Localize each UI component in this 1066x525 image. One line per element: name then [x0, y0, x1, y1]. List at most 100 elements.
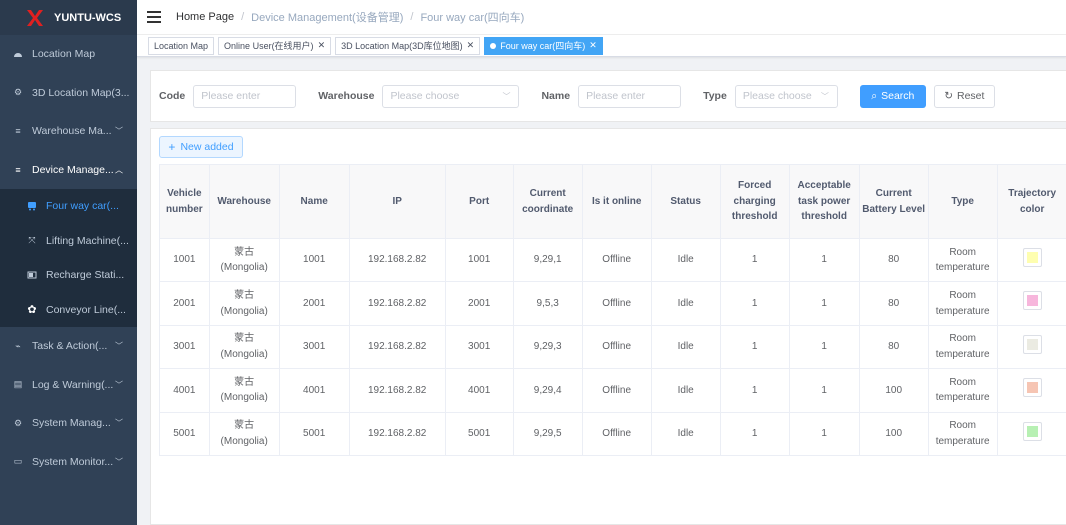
breadcrumb: Home Page / Device Management(设备管理) / Fo…	[176, 9, 524, 25]
type-select[interactable]: Please choose ﹀	[734, 84, 838, 108]
name-field: Name Please enter	[541, 84, 682, 108]
column-header: Is it online	[581, 164, 652, 239]
sidebar-item-lifting-machine[interactable]: ⤧ Lifting Machine(...	[0, 224, 137, 259]
cog-icon: ✿	[27, 304, 37, 317]
color-swatch[interactable]	[1022, 334, 1042, 354]
status-cell: Idle	[650, 281, 721, 326]
color-swatch[interactable]	[1022, 378, 1042, 398]
forced-threshold-cell: 1	[719, 368, 790, 413]
status-cell: Idle	[650, 324, 721, 370]
column-header: IP	[348, 164, 446, 239]
list-icon: ≡	[15, 164, 21, 175]
lift-icon: ⤧	[28, 235, 36, 246]
type-cell: Room temperature	[927, 368, 998, 413]
breadcrumb-current: Four way car(四向车)	[420, 12, 525, 24]
close-icon[interactable]: ✕	[467, 40, 475, 51]
yuntu-logo-icon	[27, 9, 43, 26]
dashboard-icon	[13, 49, 23, 59]
search-form: Code Please enter Warehouse Please choos…	[150, 70, 1066, 122]
status-cell: Idle	[650, 237, 721, 283]
sidebar-item-task-action[interactable]: ⌁ Task & Action(... ﹀	[0, 327, 137, 366]
main-area: Home Page / Device Management(设备管理) / Fo…	[137, 0, 1066, 525]
acceptable-threshold-cell: 1	[788, 411, 860, 456]
tab-location-map[interactable]: Location Map	[148, 36, 215, 55]
status-cell: Idle	[650, 411, 721, 456]
sidebar-item-device-management[interactable]: ≡ Device Manage... ︿	[0, 151, 137, 190]
sidebar-item-label: 3D Location Map(3...	[32, 86, 130, 99]
port-cell: 3001	[444, 324, 514, 370]
sidebar-item-four-way-car[interactable]: Four way car(...	[0, 189, 137, 224]
sidebar-item-label: Four way car(...	[46, 200, 119, 213]
code-label: Code	[159, 90, 186, 102]
chevron-down-icon: ﹀	[115, 341, 123, 351]
tab-label: Location Map	[154, 40, 209, 51]
chevron-down-icon: ﹀	[502, 91, 511, 101]
breadcrumb-home[interactable]: Home Page	[176, 11, 234, 23]
sidebar-item-warehouse-management[interactable]: ≡ Warehouse Ma... ﹀	[0, 112, 137, 151]
warehouse-cell: 蒙古 (Mongolia)	[208, 237, 280, 283]
column-header: Status	[650, 164, 721, 239]
sidebar-item-label: Log & Warning(...	[32, 378, 114, 391]
sidebar-item-3d-location-map[interactable]: ⚙ 3D Location Map(3...	[0, 74, 137, 113]
add-button-label: New added	[180, 141, 234, 153]
search-button-label: Search	[881, 90, 915, 102]
column-header: Current coordinate	[512, 164, 583, 239]
trajectory-color-cell	[996, 281, 1066, 326]
vehicle-table: Vehicle number Warehouse Name IP Port Cu…	[159, 164, 1066, 456]
table-row[interactable]: 5001 蒙古 (Mongolia) 5001 192.168.2.82 500…	[159, 411, 1066, 456]
tab-online-user[interactable]: Online User(在线用户) ✕	[218, 36, 332, 55]
trajectory-color-cell	[996, 411, 1066, 456]
table-panel: + New added Vehicle number Warehouse Nam…	[150, 128, 1066, 525]
search-button[interactable]: ⌕ Search	[859, 84, 926, 108]
close-icon[interactable]: ✕	[589, 40, 597, 51]
search-icon: ⌕	[871, 89, 878, 102]
column-header: Port	[444, 164, 514, 239]
sidebar-item-conveyor-line[interactable]: ✿ Conveyor Line(...	[0, 293, 137, 328]
add-button[interactable]: + New added	[159, 136, 243, 158]
acceptable-threshold-cell: 1	[788, 368, 860, 413]
name-label: Name	[541, 90, 571, 102]
sidebar-item-label: Location Map	[32, 48, 96, 61]
name-input[interactable]: Please enter	[578, 84, 682, 108]
table-row[interactable]: 2001 蒙古 (Mongolia) 2001 192.168.2.82 200…	[159, 281, 1066, 326]
chevron-down-icon: ﹀	[115, 126, 123, 136]
tab-four-way-car[interactable]: Four way car(四向车) ✕	[484, 36, 603, 55]
code-placeholder: Please enter	[201, 90, 261, 102]
table-row[interactable]: 4001 蒙古 (Mongolia) 4001 192.168.2.82 400…	[159, 368, 1066, 413]
battery-cell: 80	[858, 237, 929, 283]
column-header: Warehouse	[208, 164, 280, 239]
code-field: Code Please enter	[159, 84, 297, 108]
chevron-up-icon: ︿	[115, 165, 123, 175]
battery-cell: 100	[858, 368, 929, 413]
warehouse-cell: 蒙古 (Mongolia)	[208, 324, 280, 370]
logo[interactable]: YUNTU-WCS	[0, 0, 137, 35]
reset-button[interactable]: ↻ Reset	[933, 84, 995, 108]
battery-cell: 100	[858, 411, 929, 456]
tab-3d-location-map[interactable]: 3D Location Map(3D库位地图) ✕	[335, 36, 481, 55]
color-swatch[interactable]	[1022, 421, 1042, 441]
color-swatch[interactable]	[1022, 247, 1042, 267]
type-cell: Room temperature	[927, 237, 998, 283]
sidebar-item-location-map[interactable]: Location Map	[0, 35, 137, 74]
table-row[interactable]: 1001 蒙古 (Mongolia) 1001 192.168.2.82 100…	[159, 237, 1066, 283]
battery-cell: 80	[858, 281, 929, 326]
sidebar-item-log-warning[interactable]: ▤ Log & Warning(... ﹀	[0, 366, 137, 405]
sidebar-submenu-device: Four way car(... ⤧ Lifting Machine(... R…	[0, 189, 137, 327]
online-cell: Offline	[581, 368, 652, 413]
hamburger-icon[interactable]	[147, 11, 161, 23]
warehouse-select[interactable]: Please choose ﹀	[382, 84, 520, 108]
sidebar-item-system-management[interactable]: ⚙ System Manag... ﹀	[0, 404, 137, 443]
table-header-row: Vehicle number Warehouse Name IP Port Cu…	[159, 164, 1066, 239]
app-title: YUNTU-WCS	[54, 11, 122, 24]
sidebar-item-system-monitor[interactable]: ▭ System Monitor... ﹀	[0, 443, 137, 482]
sidebar-item-recharge-station[interactable]: Recharge Stati...	[0, 258, 137, 293]
close-icon[interactable]: ✕	[318, 40, 326, 51]
online-cell: Offline	[581, 237, 652, 283]
code-input[interactable]: Please enter	[193, 84, 297, 108]
plus-icon: +	[168, 140, 176, 154]
table-row[interactable]: 3001 蒙古 (Mongolia) 3001 192.168.2.82 300…	[159, 324, 1066, 370]
list-icon: ≡	[15, 126, 21, 137]
type-cell: Room temperature	[927, 281, 998, 326]
warehouse-label: Warehouse	[318, 90, 375, 102]
color-swatch[interactable]	[1022, 291, 1042, 311]
